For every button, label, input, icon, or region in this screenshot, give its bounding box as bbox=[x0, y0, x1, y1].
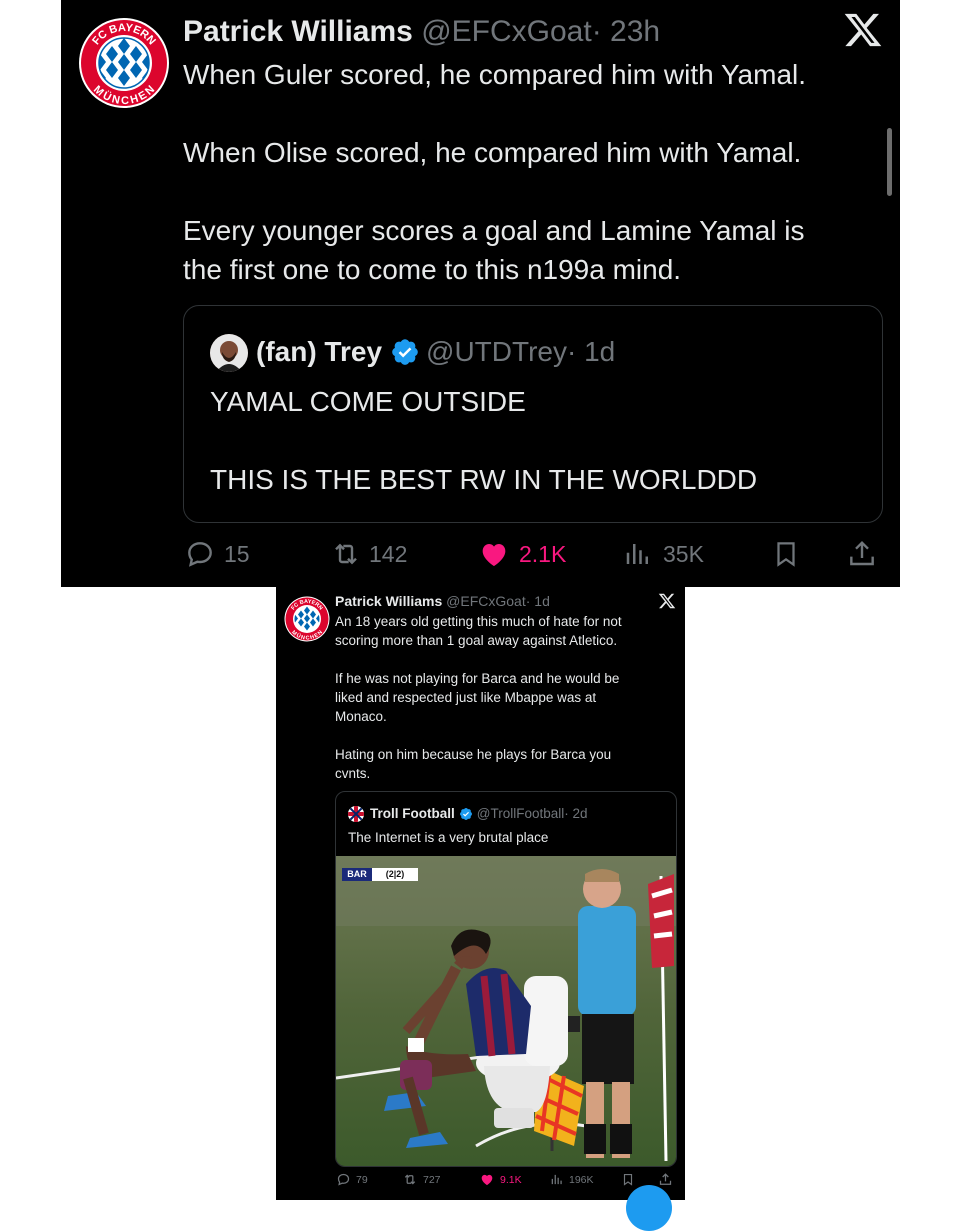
like-button[interactable]: 2.1K bbox=[477, 538, 566, 570]
quote-time[interactable]: · 1d bbox=[567, 332, 615, 372]
bayern-logo-lettering: FC BAYERN MÜNCHEN bbox=[90, 22, 158, 108]
author-name[interactable]: Patrick Williams bbox=[183, 15, 413, 48]
reply-icon bbox=[337, 1173, 350, 1186]
bayern-logo-icon: FC BAYERN MÜNCHEN bbox=[284, 596, 330, 642]
like-count: 2.1K bbox=[519, 540, 567, 567]
repost-button[interactable]: 142 bbox=[329, 538, 407, 570]
author-handle[interactable]: @EFCxGoat bbox=[446, 593, 526, 609]
quote-media-image[interactable]: BAR (2|2) bbox=[336, 856, 676, 1166]
tweet-text: An 18 years old getting this much of hat… bbox=[335, 614, 622, 781]
quote-header: Troll Football @TrollFootball · 2d bbox=[370, 805, 588, 823]
bookmark-button[interactable] bbox=[771, 538, 801, 570]
like-button[interactable]: 9.1K bbox=[479, 1172, 522, 1187]
tweet-header: Patrick Williams @EFCxGoat· 1d bbox=[335, 592, 550, 610]
like-count: 9.1K bbox=[500, 1173, 522, 1186]
football-photo bbox=[336, 856, 676, 1166]
reply-count: 15 bbox=[224, 540, 250, 567]
author-handle[interactable]: @EFCxGoat bbox=[421, 15, 592, 48]
compose-button[interactable] bbox=[626, 1185, 672, 1231]
scrollbar[interactable] bbox=[887, 128, 892, 196]
avatar[interactable] bbox=[348, 806, 364, 822]
quote-text: The Internet is a very brutal place bbox=[348, 830, 549, 845]
avatar[interactable] bbox=[210, 334, 248, 372]
repost-count: 727 bbox=[423, 1173, 441, 1186]
quote-author-handle[interactable]: @TrollFootball bbox=[477, 805, 564, 823]
score-team: BAR bbox=[347, 869, 367, 879]
verified-icon bbox=[459, 808, 472, 820]
views-count: 196K bbox=[569, 1173, 594, 1186]
bookmark-button[interactable] bbox=[621, 1172, 635, 1187]
repost-button[interactable]: 727 bbox=[402, 1172, 441, 1187]
reply-button[interactable]: 79 bbox=[336, 1172, 368, 1187]
reply-icon bbox=[188, 542, 212, 567]
quote-text: YAMAL COME OUTSIDE THIS IS THE BEST RW I… bbox=[210, 386, 758, 495]
views-icon bbox=[626, 544, 648, 564]
svg-text:MÜNCHEN: MÜNCHEN bbox=[91, 84, 157, 108]
svg-text:FC BAYERN: FC BAYERN bbox=[90, 22, 158, 47]
quote-time[interactable]: · 2d bbox=[564, 805, 587, 823]
repost-icon bbox=[335, 543, 357, 565]
views-count: 35K bbox=[663, 540, 704, 567]
heart-icon bbox=[481, 1174, 493, 1186]
quoted-tweet[interactable]: (fan) Trey @UTDTrey · 1d YAMAL COME OUTSI… bbox=[183, 305, 883, 523]
troll-football-logo-icon bbox=[348, 806, 364, 822]
share-button[interactable] bbox=[846, 538, 878, 570]
heart-icon bbox=[482, 544, 506, 566]
x-logo-icon bbox=[843, 10, 887, 54]
share-icon bbox=[659, 1173, 672, 1185]
reply-button[interactable]: 15 bbox=[184, 538, 250, 570]
tweet-header: Patrick Williams @EFCxGoat· 23h bbox=[183, 14, 660, 50]
reply-count: 79 bbox=[356, 1173, 368, 1186]
avatar-bayern-logo[interactable]: FC BAYERN MÜNCHEN bbox=[78, 17, 170, 109]
score-value: (2|2) bbox=[385, 869, 405, 879]
repost-icon bbox=[404, 1174, 416, 1185]
tweet-card-2: FC BAYERN MÜNCHEN Patrick Williams @EFCx… bbox=[276, 587, 685, 1231]
tweet-text: When Guler scored, he compared him with … bbox=[183, 59, 807, 285]
share-icon bbox=[850, 540, 874, 566]
tweet-time[interactable]: · 23h bbox=[592, 15, 660, 48]
action-bar: 79 727 9.1K 196K bbox=[276, 1170, 685, 1190]
views-icon bbox=[551, 1174, 562, 1185]
views-button[interactable]: 35K bbox=[623, 538, 704, 570]
quoted-tweet[interactable]: Troll Football @TrollFootball · 2d The In… bbox=[335, 791, 677, 1167]
bookmark-icon bbox=[623, 1173, 633, 1186]
quote-header: (fan) Trey @UTDTrey · 1d bbox=[256, 332, 615, 372]
quote-author-name[interactable]: Troll Football bbox=[370, 805, 455, 823]
avatar-bayern-logo[interactable]: FC BAYERN MÜNCHEN bbox=[284, 596, 330, 642]
action-bar: 15 142 2.1K 35K bbox=[61, 536, 900, 576]
verified-icon bbox=[392, 339, 418, 365]
repost-count: 142 bbox=[369, 540, 408, 567]
author-name[interactable]: Patrick Williams bbox=[335, 593, 442, 609]
tweet-time[interactable]: · 1d bbox=[526, 593, 550, 609]
tweet-card-1: FC BAYERN MÜNCHEN Patrick Williams @EFCx… bbox=[61, 0, 900, 587]
quote-author-handle[interactable]: @UTDTrey bbox=[426, 332, 567, 372]
views-button[interactable]: 196K bbox=[550, 1172, 594, 1187]
quote-author-name[interactable]: (fan) Trey bbox=[256, 332, 382, 372]
bookmark-icon bbox=[777, 542, 795, 567]
share-button[interactable] bbox=[658, 1172, 673, 1187]
